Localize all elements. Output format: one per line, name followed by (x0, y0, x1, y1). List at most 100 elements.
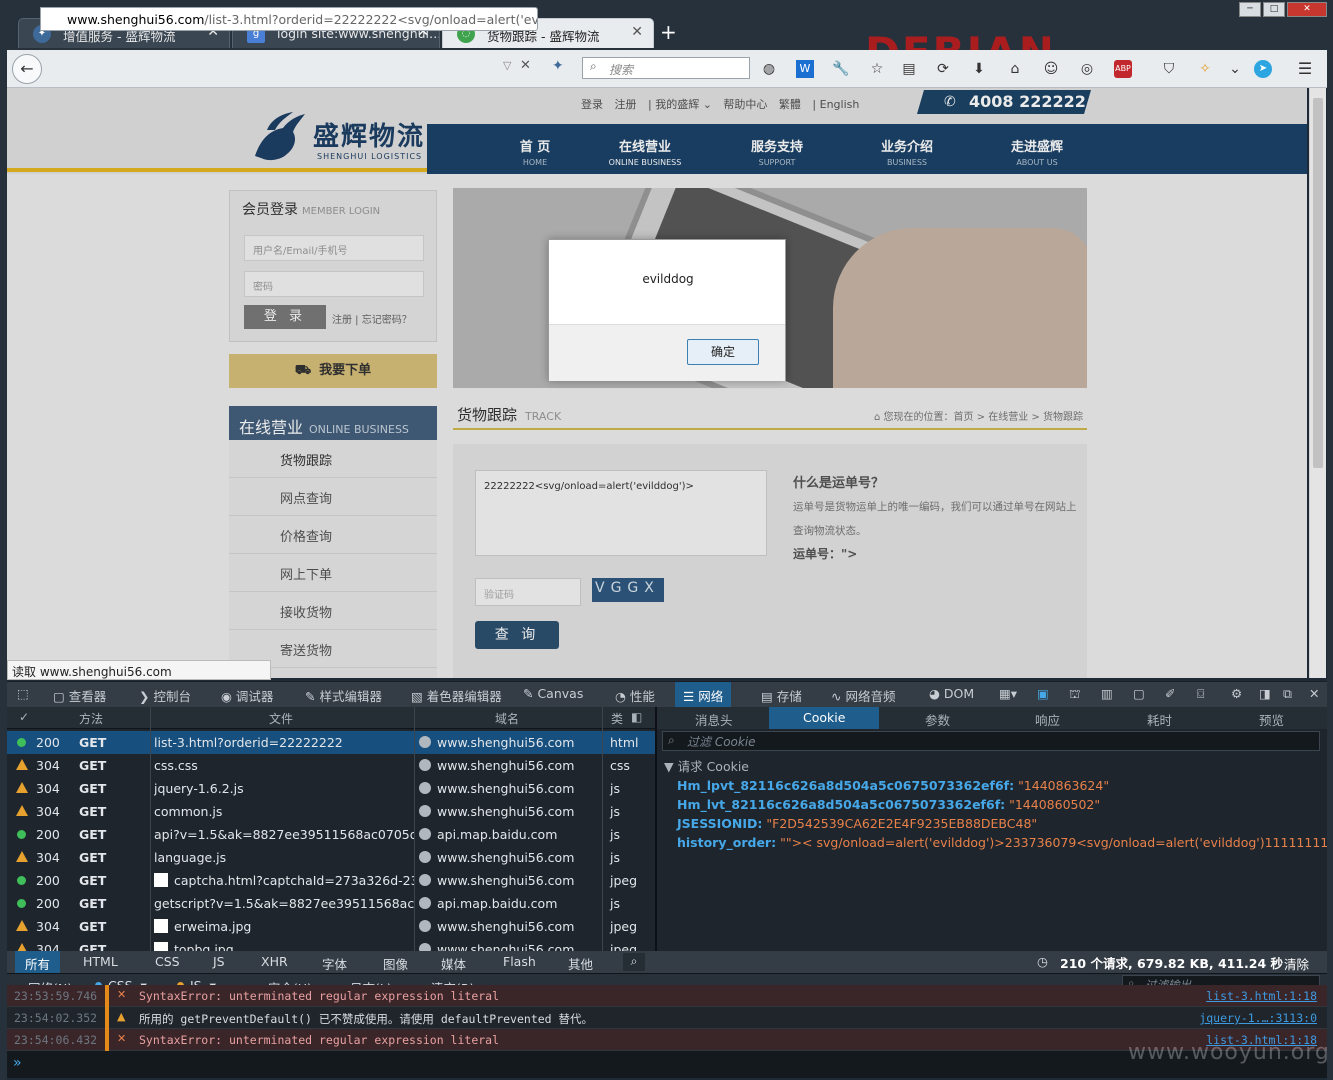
filter-media[interactable]: 媒体 (441, 954, 466, 973)
column-domain[interactable]: 域名 (495, 710, 519, 727)
tab-preview[interactable]: 预览 (1259, 710, 1284, 729)
pick-element-icon[interactable]: ⬚ (17, 686, 29, 701)
tool-performance[interactable]: ◔ 性能 (615, 686, 655, 705)
tool-console[interactable]: ❯ 控制台 (139, 686, 191, 705)
tab-response[interactable]: 响应 (1035, 710, 1060, 729)
adblock-icon[interactable]: ABP (1114, 60, 1132, 78)
ok-button[interactable]: 确定 (687, 339, 759, 365)
console-row[interactable]: 23:53:59.746 ✕ SyntaxError: unterminated… (7, 985, 1327, 1007)
minimize-button[interactable]: ─ (1239, 2, 1261, 17)
cookie-row[interactable]: JSESSIONID: "F2D542539CA62E2E4F9235EB88D… (677, 816, 1037, 831)
bookmark-star-icon[interactable]: ☆ (868, 60, 886, 78)
source-link[interactable]: list-3.html:1:18 (1206, 989, 1317, 1003)
request-row[interactable]: 200 GET list-3.html?orderid=22222222 www.sh… (7, 731, 655, 754)
request-row[interactable]: 304 GET jquery-1.6.2.js www.shenghui56.com j… (7, 777, 655, 800)
chat-icon[interactable]: ☺ (1042, 60, 1060, 78)
cookie-row[interactable]: Hm_lpvt_82116c626a8d504a5c0675073362ef6f… (677, 778, 1109, 793)
close-icon[interactable]: ✕ (631, 24, 643, 40)
console-row[interactable]: 23:54:02.352 ▲ 所用的 getPreventDefault() 已… (7, 1007, 1327, 1029)
clear-button[interactable]: 清除 (1284, 954, 1309, 973)
extension-icon[interactable]: ✧ (1196, 60, 1214, 78)
filter-html[interactable]: HTML (83, 954, 118, 969)
scratchpad-icon[interactable]: ▥ (1101, 686, 1113, 701)
request-domain-cell: www.shenghui56.com (419, 781, 574, 796)
error-icon: ✕ (117, 1032, 127, 1045)
column-check[interactable]: ✓ (19, 710, 29, 724)
column-method[interactable]: 方法 (79, 710, 103, 727)
home-icon[interactable]: ⌂ (1006, 60, 1024, 78)
sync-icon[interactable]: ⟳ (934, 60, 952, 78)
close-devtools-icon[interactable]: ✕ (1309, 686, 1319, 701)
filter-cookie-input[interactable]: 过滤 Cookie (662, 731, 1320, 751)
tool-shader-editor[interactable]: ▧ 着色器编辑器 (411, 686, 502, 705)
download-icon[interactable]: ⬇ (970, 60, 988, 78)
request-row[interactable]: 304 GET common.js www.shenghui56.com js (7, 800, 655, 823)
request-row[interactable]: 304 GET language.js www.shenghui56.com js (7, 846, 655, 869)
addon-icon[interactable]: ◍ (760, 60, 778, 78)
filter-css[interactable]: CSS (155, 954, 180, 969)
request-row[interactable]: 200 GET captcha.html?captchaId=273a326d-23… (7, 869, 655, 892)
request-row[interactable]: 304 GET erweima.jpg www.shenghui56.com jpeg (7, 915, 655, 938)
filter-js[interactable]: JS (213, 954, 225, 969)
request-row[interactable]: 200 GET getscript?v=1.5&ak=8827ee39511568a… (7, 892, 655, 915)
toggle-details-icon[interactable]: ◧ (631, 710, 642, 724)
tool-dom[interactable]: ◕ DOM (929, 686, 974, 701)
search-icon[interactable]: ⌕ (623, 953, 645, 971)
tool-canvas[interactable]: ✎ Canvas (523, 686, 583, 701)
request-cookie-section[interactable]: ▼ 请求 Cookie (664, 756, 749, 775)
request-type: html (610, 735, 639, 750)
dropdown-icon[interactable]: ▽ (503, 59, 511, 72)
tab-timings[interactable]: 耗时 (1147, 710, 1172, 729)
tab-params[interactable]: 参数 (925, 710, 950, 729)
tool-network[interactable]: ☰ 网络 (675, 682, 732, 707)
filter-all[interactable]: 所有 (15, 951, 61, 973)
stop-icon[interactable]: ✕ (520, 58, 531, 73)
tab-headers[interactable]: 消息头 (695, 710, 733, 729)
undock-icon[interactable]: ⧉ (1283, 686, 1292, 702)
close-window-button[interactable]: ✕ (1287, 2, 1327, 17)
globe-icon (419, 805, 431, 817)
back-button[interactable]: ← (12, 54, 42, 84)
scrollbar-thumb[interactable] (1313, 98, 1323, 468)
new-tab-button[interactable]: + (660, 20, 677, 44)
column-file[interactable]: 文件 (269, 710, 293, 727)
tool-storage[interactable]: ▤ 存储 (761, 686, 802, 705)
toolbox-icon[interactable]: ⛫ (1069, 686, 1081, 703)
page-scrollbar[interactable] (1309, 88, 1326, 678)
wrench-icon[interactable]: 🔧 (832, 60, 850, 78)
filter-fonts[interactable]: 字体 (322, 954, 347, 973)
search-input[interactable]: 搜索 (582, 57, 750, 79)
tab-cookie[interactable]: Cookie (769, 707, 880, 729)
menu-icon[interactable]: ☰ (1296, 60, 1314, 78)
tool-web-audio[interactable]: ∿ 网络音频 (831, 686, 895, 705)
tool-style-editor[interactable]: ✎ 样式编辑器 (305, 686, 382, 705)
telegram-icon[interactable]: ➤ (1254, 60, 1272, 78)
frame-icon[interactable]: ▢ (1133, 686, 1145, 701)
filter-xhr[interactable]: XHR (261, 954, 288, 969)
settings-gear-icon[interactable]: ⚙ (1231, 686, 1242, 701)
tool-debugger[interactable]: ◉ 调试器 (221, 686, 273, 705)
responsive-icon[interactable]: ▣ (1037, 686, 1049, 701)
dock-side-icon[interactable]: ◨ (1259, 686, 1271, 701)
url-bar[interactable]: www.shenghui56.com/list-3.html?orderid=2… (40, 7, 538, 31)
filter-images[interactable]: 图像 (383, 954, 408, 973)
source-link[interactable]: jquery-1.…:3113:0 (1199, 1011, 1317, 1025)
screenshot-icon[interactable]: ⌼ (1197, 686, 1205, 702)
eyedropper-icon[interactable]: ✐ (1165, 686, 1175, 701)
cookie-row[interactable]: history_order: "">< svg/onload=alert('ev… (677, 835, 1333, 850)
globe-icon[interactable]: ◎ (1078, 60, 1096, 78)
layout-icon[interactable]: ▦▾ (999, 686, 1017, 701)
word-icon[interactable]: W (796, 60, 814, 78)
chevron-down-icon[interactable]: ⌄ (1226, 60, 1244, 78)
request-row[interactable]: 304 GET css.css www.shenghui56.com css (7, 754, 655, 777)
filter-other[interactable]: 其他 (568, 954, 593, 973)
request-row[interactable]: 200 GET api?v=1.5&ak=8827ee39511568ac0705d… (7, 823, 655, 846)
maximize-button[interactable]: □ (1263, 2, 1285, 17)
bird-icon[interactable]: ✦ (552, 58, 564, 74)
cookie-row[interactable]: Hm_lvt_82116c626a8d504a5c0675073362ef6f:… (677, 797, 1100, 812)
tool-inspector[interactable]: ▢ 查看器 (53, 686, 106, 705)
filter-flash[interactable]: Flash (503, 954, 536, 969)
column-type[interactable]: 类 (611, 710, 623, 727)
bookmarks-menu-icon[interactable]: ▤ (900, 60, 918, 78)
filter-icon[interactable]: ⛉ (1160, 60, 1178, 78)
